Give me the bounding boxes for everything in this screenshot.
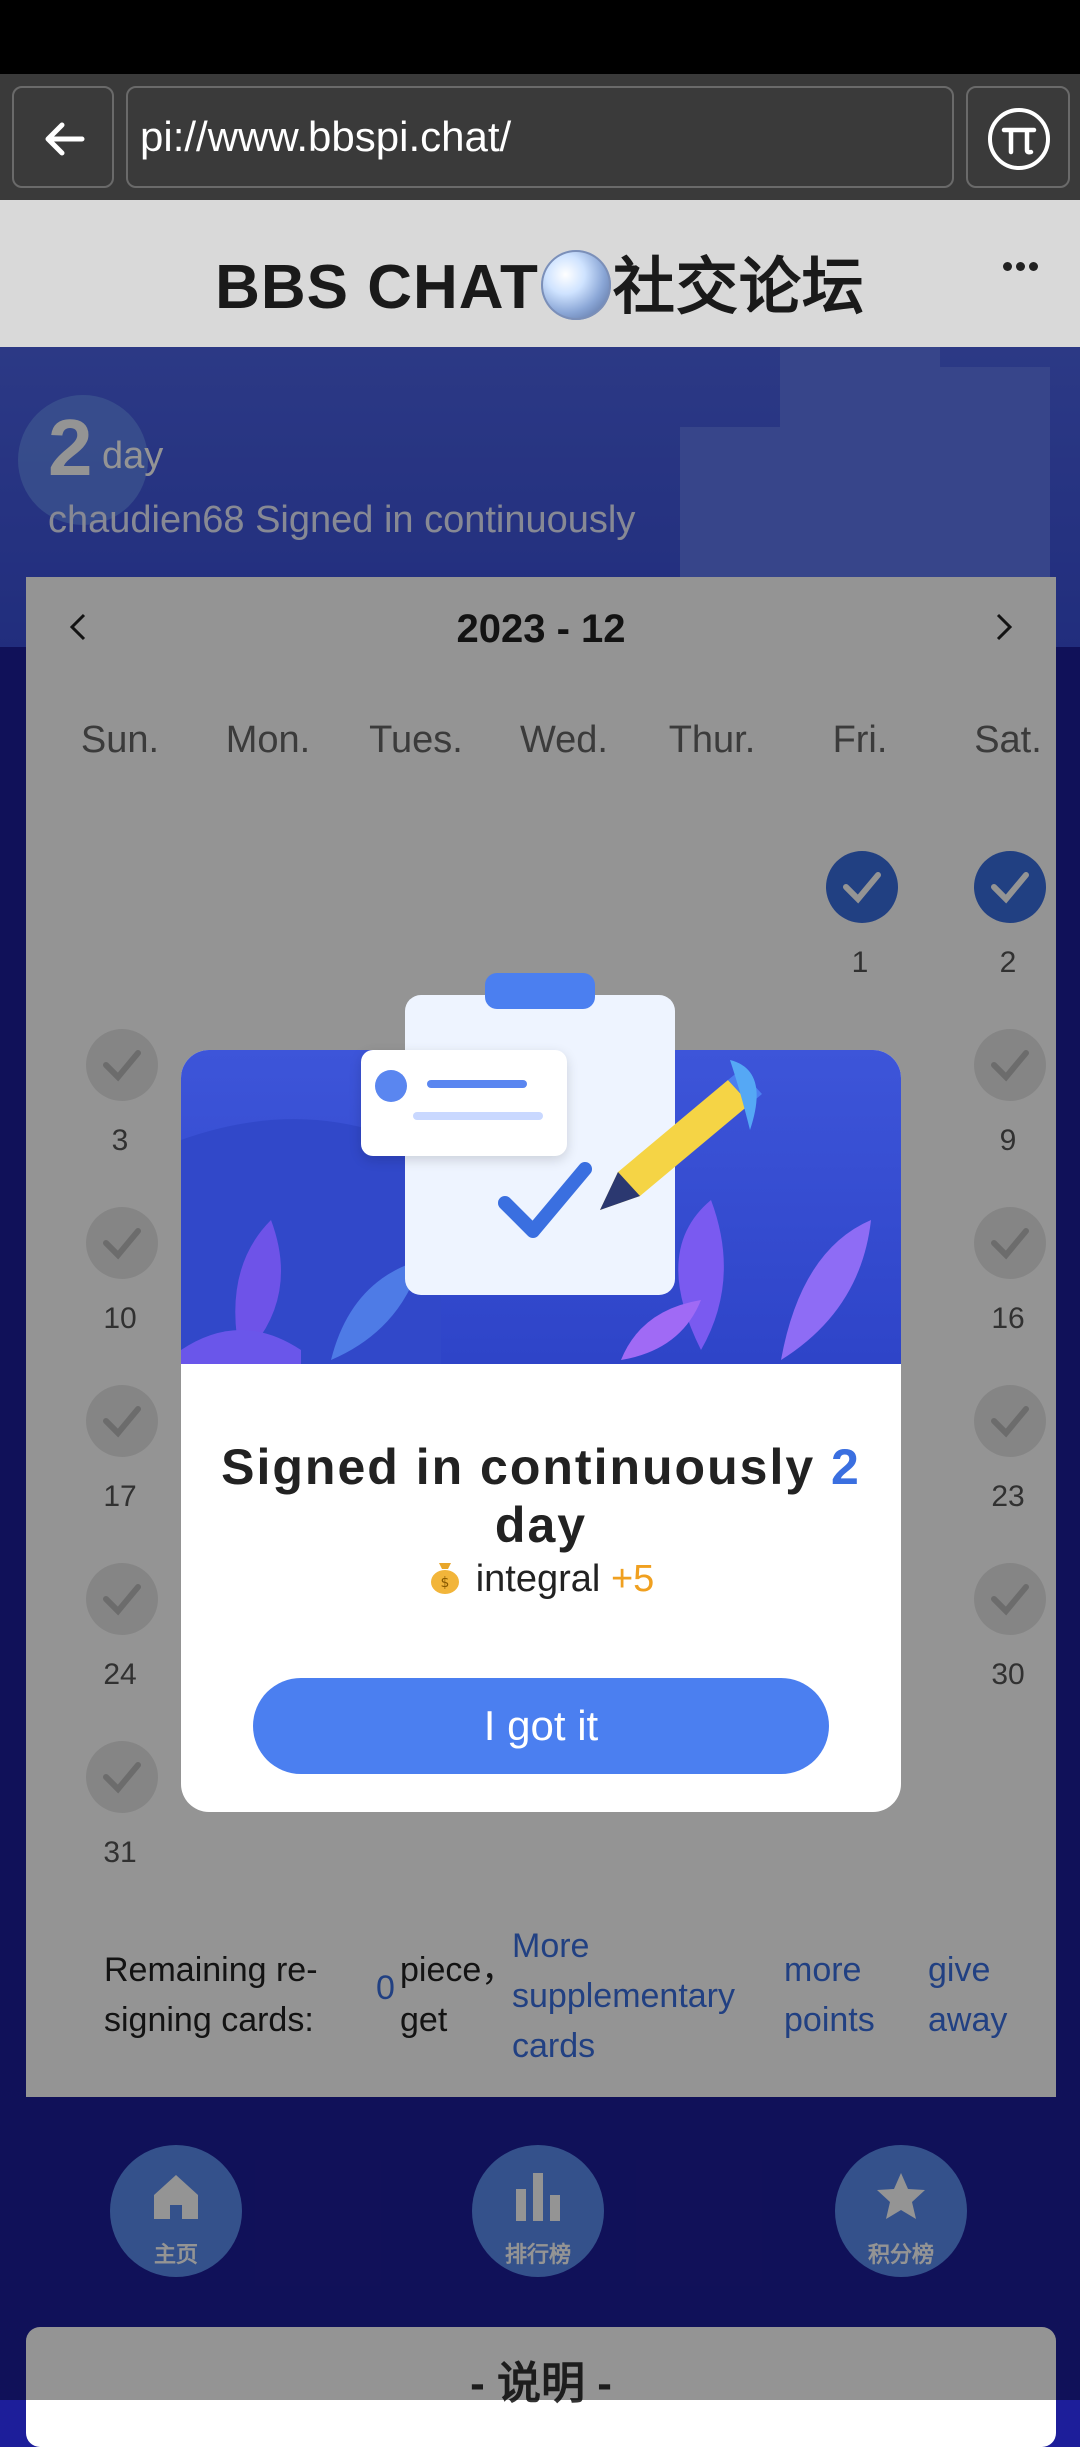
- globe-icon: [540, 250, 611, 320]
- arrow-left-icon: [45, 122, 85, 156]
- url-field[interactable]: pi://www.bbspi.chat/: [126, 86, 954, 188]
- svg-text:$: $: [440, 1575, 449, 1591]
- info-card-illustration: [361, 1050, 567, 1156]
- site-title-left: BBS CHAT: [215, 253, 539, 322]
- back-button[interactable]: [12, 86, 114, 188]
- browser-toolbar: pi://www.bbspi.chat/: [0, 74, 1080, 200]
- modal-title-days: 2: [831, 1439, 861, 1495]
- reward-value: +5: [610, 1558, 655, 1600]
- dot-icon: [1016, 262, 1025, 271]
- line-decoration: [413, 1112, 543, 1120]
- got-it-button[interactable]: I got it: [253, 1678, 829, 1774]
- modal-title-prefix: Signed in continuously: [221, 1439, 816, 1495]
- dot-icon: [1003, 262, 1012, 271]
- pencil-illustration: [600, 1060, 770, 1210]
- site-header: BBS CHAT 社交论坛: [0, 200, 1080, 347]
- reward-line: $ integral +5: [181, 1558, 901, 1605]
- pi-logo-icon: [988, 108, 1050, 170]
- reward-label: integral: [475, 1558, 601, 1600]
- avatar-dot: [375, 1070, 407, 1102]
- money-bag-icon: $: [428, 1559, 462, 1605]
- status-bar: [0, 0, 1080, 74]
- site-title-right: 社交论坛: [612, 253, 865, 322]
- pi-browser-button[interactable]: [966, 86, 1070, 188]
- line-decoration: [427, 1080, 527, 1088]
- dot-icon: [1029, 262, 1038, 271]
- site-title: BBS CHAT 社交论坛: [0, 236, 1080, 326]
- modal-title: Signed in continuously 2 day: [181, 1438, 901, 1554]
- more-menu-button[interactable]: [1001, 258, 1040, 276]
- modal-title-suffix: day: [494, 1497, 588, 1553]
